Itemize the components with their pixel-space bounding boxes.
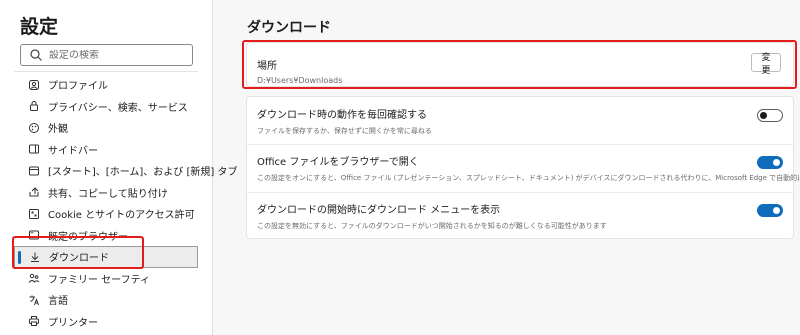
setting-title: Office ファイルをブラウザーで開く bbox=[257, 157, 419, 168]
setting-row-office-files: Office ファイルをブラウザーで開く この設定をオンにすると、Office … bbox=[247, 144, 800, 194]
cookie-icon bbox=[28, 208, 40, 220]
sidebar-item-label: 外観 bbox=[48, 124, 68, 136]
sidebar-item-printers[interactable]: プリンター bbox=[14, 311, 198, 333]
show-menu-toggle[interactable] bbox=[757, 204, 783, 217]
home-icon bbox=[28, 165, 40, 177]
sidebar-item-start-home[interactable]: [スタート]、[ホーム]、および [新規] タブ bbox=[14, 160, 237, 182]
sidebar-item-label: プロファイル bbox=[48, 81, 108, 93]
settings-nav: プロファイル プライバシー、検索、サービス 外観 サイドバー [スタート]、[ホ… bbox=[14, 74, 237, 333]
setting-desc: この設定をオンにすると、Office ファイル (プレゼンテーション、スプレッド… bbox=[257, 174, 800, 182]
change-location-button[interactable]: 変更 bbox=[751, 53, 781, 76]
appearance-icon bbox=[28, 122, 40, 134]
profile-icon bbox=[28, 79, 40, 91]
sidebar-item-label: ダウンロード bbox=[49, 253, 109, 265]
setting-desc: ファイルを保存するか、保存せずに開くかを常に尋ねる bbox=[257, 127, 432, 135]
sidebar-item-languages[interactable]: 言語 bbox=[14, 289, 198, 311]
sidebar-item-label: Cookie とサイトのアクセス許可 bbox=[48, 210, 195, 222]
family-icon bbox=[28, 272, 40, 284]
sidebar-item-label: ファミリー セーフティ bbox=[48, 274, 150, 286]
sidebar-item-sidebar[interactable]: サイドバー bbox=[14, 139, 198, 161]
search-box[interactable] bbox=[20, 44, 193, 66]
setting-title: ダウンロードの開始時にダウンロード メニューを表示 bbox=[257, 205, 501, 216]
sidebar-item-share[interactable]: 共有、コピーして貼り付け bbox=[14, 182, 198, 204]
location-title: 場所 bbox=[257, 61, 277, 72]
browser-icon bbox=[28, 229, 40, 241]
sidebar-item-label: 共有、コピーして貼り付け bbox=[48, 188, 168, 200]
printer-icon bbox=[28, 315, 40, 327]
language-icon bbox=[28, 294, 40, 306]
settings-sidebar: 設定 プロファイル プライバシー、検索、サービス 外観 サイドバー [スタート]… bbox=[0, 0, 237, 335]
sidebar-icon bbox=[28, 143, 40, 155]
download-settings-card: ダウンロード時の動作を毎回確認する ファイルを保存するか、保存せずに開くかを常に… bbox=[246, 96, 800, 242]
setting-row-show-menu: ダウンロードの開始時にダウンロード メニューを表示 この設定を無効にすると、ファ… bbox=[247, 192, 793, 242]
sidebar-item-label: [スタート]、[ホーム]、および [新規] タブ bbox=[48, 167, 238, 179]
toggle-knob bbox=[773, 159, 780, 166]
sidebar-item-family-safety[interactable]: ファミリー セーフティ bbox=[14, 268, 198, 290]
download-icon bbox=[29, 251, 41, 263]
ask-each-time-toggle[interactable] bbox=[757, 109, 783, 122]
sidebar-item-cookies[interactable]: Cookie とサイトのアクセス許可 bbox=[14, 203, 198, 225]
sidebar-title: 設定 bbox=[20, 16, 59, 38]
search-input[interactable] bbox=[49, 49, 179, 61]
toggle-knob bbox=[760, 112, 767, 119]
sidebar-item-label: サイドバー bbox=[48, 145, 98, 157]
sidebar-divider bbox=[14, 71, 198, 72]
location-path: D:¥Users¥Downloads bbox=[257, 76, 343, 85]
sidebar-item-default-browser[interactable]: 既定のブラウザー bbox=[14, 225, 198, 247]
page-title: ダウンロード bbox=[247, 20, 331, 36]
setting-row-ask-each-time: ダウンロード時の動作を毎回確認する ファイルを保存するか、保存せずに開くかを常に… bbox=[247, 97, 793, 147]
sidebar-item-downloads[interactable]: ダウンロード bbox=[14, 246, 198, 268]
sidebar-item-privacy[interactable]: プライバシー、検索、サービス bbox=[14, 96, 198, 118]
toggle-knob bbox=[773, 207, 780, 214]
sidebar-item-appearance[interactable]: 外観 bbox=[14, 117, 198, 139]
location-card: 場所 D:¥Users¥Downloads 変更 bbox=[246, 42, 794, 87]
share-icon bbox=[28, 186, 40, 198]
sidebar-item-profile[interactable]: プロファイル bbox=[14, 74, 198, 96]
search-icon bbox=[30, 49, 42, 61]
sidebar-item-label: 言語 bbox=[48, 296, 68, 308]
setting-title: ダウンロード時の動作を毎回確認する bbox=[257, 110, 427, 121]
sidebar-item-label: プリンター bbox=[48, 317, 98, 329]
lock-icon bbox=[28, 100, 40, 112]
office-files-toggle[interactable] bbox=[757, 156, 783, 169]
setting-desc: この設定を無効にすると、ファイルのダウンロードがいつ開始されるかを知るのが難しく… bbox=[257, 222, 607, 230]
sidebar-item-label: 既定のブラウザー bbox=[48, 231, 128, 243]
sidebar-item-label: プライバシー、検索、サービス bbox=[48, 102, 188, 114]
